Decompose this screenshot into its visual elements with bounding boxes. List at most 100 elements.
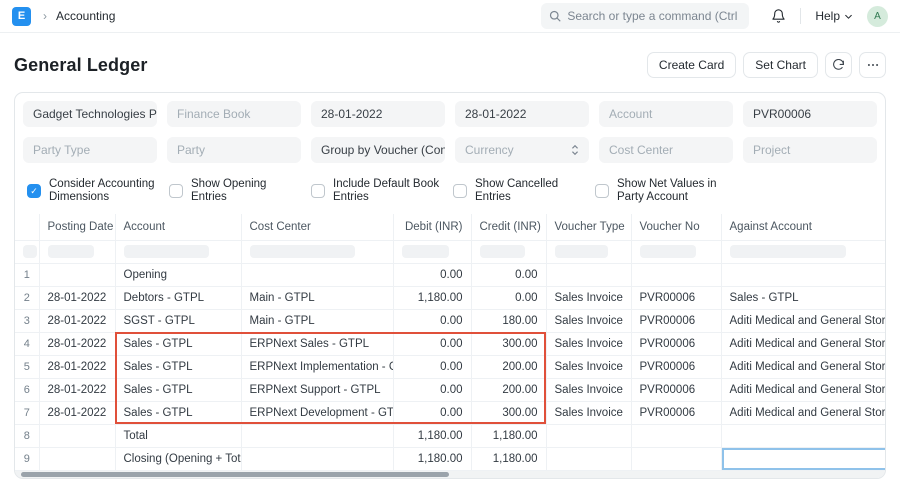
cost-center-filter[interactable]: Cost Center: [599, 137, 733, 163]
cell-debit[interactable]: 0.00: [393, 308, 472, 333]
cell-voucher-no[interactable]: [631, 423, 722, 448]
cell-posting-date[interactable]: 28-01-2022: [39, 308, 116, 333]
to-date-filter[interactable]: 28-01-2022: [455, 101, 589, 127]
column-header-voucher-no[interactable]: Voucher No: [631, 214, 722, 241]
cell-voucher-no[interactable]: PVR00006: [631, 331, 722, 356]
cell-against[interactable]: Sales - GTPL: [721, 285, 885, 310]
column-filter-debit[interactable]: [393, 239, 472, 264]
help-menu[interactable]: Help: [815, 9, 853, 23]
cell-credit[interactable]: 200.00: [471, 354, 547, 379]
finance-book-filter[interactable]: Finance Book: [167, 101, 301, 127]
cell-posting-date[interactable]: 28-01-2022: [39, 377, 116, 402]
cell-account[interactable]: Sales - GTPL: [115, 377, 242, 402]
column-filter-cost-center[interactable]: [241, 239, 394, 264]
checkbox-checked-icon[interactable]: ✓: [27, 184, 41, 198]
app-logo-icon[interactable]: E: [12, 6, 31, 26]
column-filter-against[interactable]: [721, 239, 885, 264]
cell-posting-date[interactable]: [39, 262, 116, 287]
filter-pill[interactable]: [249, 245, 355, 258]
cell-cost-center[interactable]: Main - GTPL: [241, 285, 394, 310]
cell-voucher-type[interactable]: Sales Invoice: [546, 354, 632, 379]
cell-voucher-no[interactable]: PVR00006: [631, 308, 722, 333]
checkbox-show-net-values-in-party-account[interactable]: Show Net Values in Party Account: [595, 178, 737, 204]
checkbox-unchecked-icon[interactable]: [311, 184, 325, 198]
cell-posting-date[interactable]: 28-01-2022: [39, 285, 116, 310]
company-filter[interactable]: Gadget Technologies Pvt.: [23, 101, 157, 127]
cell-against[interactable]: Aditi Medical and General Stores: [721, 354, 885, 379]
from-date-filter[interactable]: 28-01-2022: [311, 101, 445, 127]
cell-against[interactable]: [721, 446, 885, 471]
cell-debit[interactable]: 0.00: [393, 354, 472, 379]
checkbox-unchecked-icon[interactable]: [169, 184, 183, 198]
cell-posting-date[interactable]: [39, 446, 116, 471]
cell-against[interactable]: [721, 262, 885, 287]
cell-account[interactable]: Sales - GTPL: [115, 400, 242, 425]
horizontal-scrollbar[interactable]: [15, 470, 885, 478]
cell-account[interactable]: Total: [115, 423, 242, 448]
cell-voucher-type[interactable]: [546, 423, 632, 448]
column-header-posting-date[interactable]: Posting Date: [39, 214, 116, 241]
party-type-filter[interactable]: Party Type: [23, 137, 157, 163]
column-filter-posting-date[interactable]: [39, 239, 116, 264]
column-filter-voucher-no[interactable]: [631, 239, 722, 264]
filter-pill[interactable]: [729, 245, 847, 258]
column-filter-voucher-type[interactable]: [546, 239, 632, 264]
scrollbar-thumb[interactable]: [21, 471, 449, 477]
notification-bell-icon[interactable]: [771, 8, 786, 24]
account-filter[interactable]: Account: [599, 101, 733, 127]
cell-voucher-no[interactable]: [631, 262, 722, 287]
column-header-voucher-type[interactable]: Voucher Type: [546, 214, 632, 241]
cell-cost-center[interactable]: ERPNext Support - GTPL: [241, 377, 394, 402]
cell-voucher-type[interactable]: Sales Invoice: [546, 285, 632, 310]
cell-credit[interactable]: 200.00: [471, 377, 547, 402]
cell-credit[interactable]: 1,180.00: [471, 446, 547, 471]
checkbox-unchecked-icon[interactable]: [595, 184, 609, 198]
column-header-debit-inr-[interactable]: Debit (INR): [393, 214, 472, 241]
cell-credit[interactable]: 300.00: [471, 400, 547, 425]
menu-button[interactable]: [859, 52, 886, 78]
cell-voucher-no[interactable]: [631, 446, 722, 471]
cell-voucher-type[interactable]: Sales Invoice: [546, 400, 632, 425]
cell-account[interactable]: Closing (Opening + Total): [115, 446, 242, 471]
cell-cost-center[interactable]: ERPNext Implementation - GTPL: [241, 354, 394, 379]
column-filter-account[interactable]: [115, 239, 242, 264]
cell-posting-date[interactable]: 28-01-2022: [39, 354, 116, 379]
filter-pill[interactable]: [23, 245, 37, 258]
search-bar[interactable]: [541, 3, 750, 29]
column-header-account[interactable]: Account: [115, 214, 242, 241]
cell-cost-center[interactable]: [241, 262, 394, 287]
party-filter[interactable]: Party: [167, 137, 301, 163]
cell-voucher-no[interactable]: PVR00006: [631, 377, 722, 402]
cell-account[interactable]: SGST - GTPL: [115, 308, 242, 333]
currency-filter[interactable]: Currency: [455, 137, 589, 163]
checkbox-unchecked-icon[interactable]: [453, 184, 467, 198]
filter-pill[interactable]: [639, 245, 697, 258]
cell-debit[interactable]: 0.00: [393, 262, 472, 287]
cell-credit[interactable]: 1,180.00: [471, 423, 547, 448]
checkbox-show-cancelled-entries[interactable]: Show Cancelled Entries: [453, 178, 595, 204]
checkbox-show-opening-entries[interactable]: Show Opening Entries: [169, 178, 311, 204]
cell-debit[interactable]: 0.00: [393, 331, 472, 356]
cell-credit[interactable]: 180.00: [471, 308, 547, 333]
checkbox-include-default-book-entries[interactable]: Include Default Book Entries: [311, 178, 453, 204]
column-filter-credit[interactable]: [471, 239, 547, 264]
cell-cost-center[interactable]: ERPNext Sales - GTPL: [241, 331, 394, 356]
avatar[interactable]: A: [867, 5, 888, 27]
cell-voucher-no[interactable]: PVR00006: [631, 354, 722, 379]
cell-voucher-type[interactable]: Sales Invoice: [546, 377, 632, 402]
column-header-row-number[interactable]: [15, 214, 40, 241]
column-filter-n[interactable]: [15, 239, 40, 264]
cell-against[interactable]: Aditi Medical and General Stores: [721, 331, 885, 356]
breadcrumb[interactable]: Accounting: [56, 9, 115, 23]
cell-voucher-type[interactable]: [546, 262, 632, 287]
column-header-cost-center[interactable]: Cost Center: [241, 214, 394, 241]
cell-cost-center[interactable]: ERPNext Development - GTPL: [241, 400, 394, 425]
cell-against[interactable]: [721, 423, 885, 448]
filter-pill[interactable]: [47, 245, 94, 258]
cell-against[interactable]: Aditi Medical and General Stores: [721, 377, 885, 402]
filter-pill[interactable]: [554, 245, 608, 258]
cell-debit[interactable]: 1,180.00: [393, 285, 472, 310]
cell-credit[interactable]: 0.00: [471, 285, 547, 310]
cell-debit[interactable]: 1,180.00: [393, 446, 472, 471]
cell-debit[interactable]: 1,180.00: [393, 423, 472, 448]
